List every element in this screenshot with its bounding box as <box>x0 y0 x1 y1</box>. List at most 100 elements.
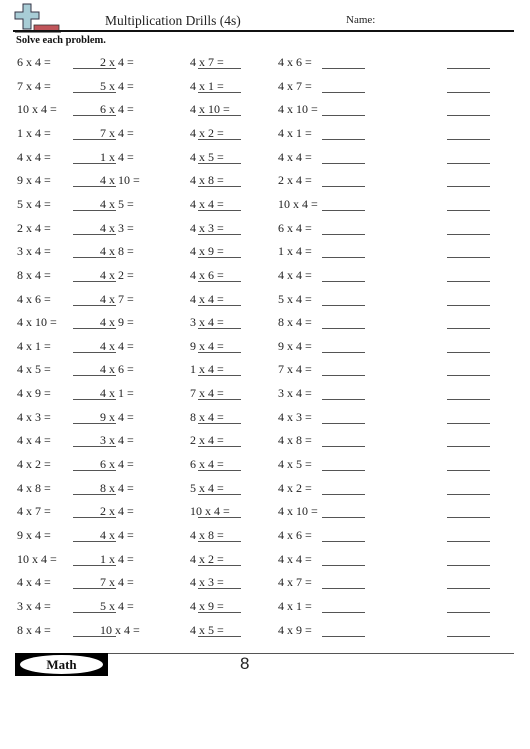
answer-line[interactable] <box>322 304 365 306</box>
answer-line[interactable] <box>322 493 365 495</box>
problem-text: 4 x 5 = <box>100 196 134 211</box>
problem-text: 4 x 2 = <box>190 125 224 140</box>
answer-line[interactable] <box>447 115 490 117</box>
problem-text: 8 x 4 = <box>100 480 134 495</box>
problem-text: 4 x 4 = <box>278 551 312 566</box>
problem-text: 5 x 4 = <box>100 598 134 613</box>
answer-line[interactable] <box>447 399 490 401</box>
answer-line[interactable] <box>322 162 365 164</box>
problem-text: 8 x 4 = <box>17 622 51 637</box>
problem-text: 4 x 2 = <box>100 267 134 282</box>
answer-line[interactable] <box>322 91 365 93</box>
problem-text: 4 x 9 = <box>278 622 312 637</box>
answer-line[interactable] <box>447 280 490 282</box>
answer-line[interactable] <box>447 375 490 377</box>
problem-text: 4 x 1 = <box>190 78 224 93</box>
answer-line[interactable] <box>447 517 490 519</box>
answer-line[interactable] <box>322 611 365 613</box>
problem-text: 7 x 4 = <box>100 125 134 140</box>
problem-text: 4 x 7 = <box>17 504 51 519</box>
answer-line[interactable] <box>447 635 490 637</box>
problem-text: 8 x 4 = <box>278 315 312 330</box>
problem-text: 3 x 4 = <box>278 386 312 401</box>
problem-text: 8 x 4 = <box>17 267 51 282</box>
answer-line[interactable] <box>322 375 365 377</box>
answer-line[interactable] <box>322 351 365 353</box>
answer-line[interactable] <box>322 470 365 472</box>
problem-text: 3 x 4 = <box>100 433 134 448</box>
problem-text: 4 x 8 = <box>190 173 224 188</box>
problem-text: 6 x 4 = <box>278 220 312 235</box>
answer-line[interactable] <box>322 517 365 519</box>
answer-line[interactable] <box>447 138 490 140</box>
answer-line[interactable] <box>447 162 490 164</box>
answer-line[interactable] <box>447 209 490 211</box>
problem-text: 5 x 4 = <box>278 291 312 306</box>
answer-line[interactable] <box>322 138 365 140</box>
answer-line[interactable] <box>447 186 490 188</box>
answer-line[interactable] <box>447 233 490 235</box>
answer-line[interactable] <box>447 588 490 590</box>
answer-line[interactable] <box>322 399 365 401</box>
answer-line[interactable] <box>447 541 490 542</box>
answer-line[interactable] <box>322 541 365 542</box>
problem-text: 4 x 1 = <box>17 338 51 353</box>
problem-text: 3 x 4 = <box>17 598 51 613</box>
answer-line[interactable] <box>322 186 365 188</box>
problem-text: 3 x 4 = <box>190 315 224 330</box>
problem-text: 4 x 1 = <box>100 386 134 401</box>
problem-text: 4 x 4 = <box>278 267 312 282</box>
problem-text: 4 x 6 = <box>17 291 51 306</box>
problem-text: 4 x 5 = <box>17 362 51 377</box>
answer-line[interactable] <box>447 470 490 472</box>
problem-text: 4 x 4 = <box>17 575 51 590</box>
problem-text: 7 x 4 = <box>190 386 224 401</box>
answer-line[interactable] <box>447 68 490 69</box>
problem-text: 4 x 2 = <box>17 457 51 472</box>
problem-text: 9 x 4 = <box>190 338 224 353</box>
answer-line[interactable] <box>447 257 490 259</box>
answer-line[interactable] <box>322 564 365 566</box>
answer-line[interactable] <box>322 257 365 259</box>
problem-text: 4 x 3 = <box>190 575 224 590</box>
problem-text: 4 x 7 = <box>190 55 224 69</box>
answer-line[interactable] <box>322 328 365 330</box>
problem-text: 4 x 8 = <box>278 433 312 448</box>
problem-text: 4 x 2 = <box>190 551 224 566</box>
answer-line[interactable] <box>322 280 365 282</box>
answer-line[interactable] <box>322 422 365 424</box>
problem-text: 5 x 4 = <box>100 78 134 93</box>
answer-line[interactable] <box>322 233 365 235</box>
answer-line[interactable] <box>322 68 365 69</box>
answer-line[interactable] <box>322 446 365 448</box>
problem-text: 5 x 4 = <box>17 196 51 211</box>
answer-line[interactable] <box>322 115 365 117</box>
answer-line[interactable] <box>447 304 490 306</box>
problem-text: 1 x 4 = <box>278 244 312 259</box>
problem-text: 2 x 4 = <box>278 173 312 188</box>
answer-line[interactable] <box>447 91 490 93</box>
answer-line[interactable] <box>322 588 365 590</box>
answer-line[interactable] <box>447 493 490 495</box>
problem-text: 4 x 7 = <box>100 291 134 306</box>
problem-text: 7 x 4 = <box>17 78 51 93</box>
answer-line[interactable] <box>447 422 490 424</box>
answer-line[interactable] <box>447 328 490 330</box>
answer-line[interactable] <box>322 209 365 211</box>
problem-text: 4 x 10 = <box>100 173 140 188</box>
problem-text: 4 x 1 = <box>278 125 312 140</box>
problem-text: 7 x 4 = <box>100 575 134 590</box>
problem-text: 4 x 3 = <box>17 409 51 424</box>
math-badge-label: Math <box>20 655 103 674</box>
problem-text: 4 x 4 = <box>190 291 224 306</box>
answer-line[interactable] <box>322 635 365 637</box>
answer-line[interactable] <box>447 611 490 613</box>
problem-text: 4 x 7 = <box>278 575 312 590</box>
answer-line[interactable] <box>447 446 490 448</box>
problem-text: 4 x 9 = <box>190 598 224 613</box>
problem-text: 4 x 5 = <box>278 457 312 472</box>
problem-text: 4 x 4 = <box>190 196 224 211</box>
answer-line[interactable] <box>447 351 490 353</box>
answer-line[interactable] <box>447 564 490 566</box>
problem-text: 4 x 8 = <box>17 480 51 495</box>
